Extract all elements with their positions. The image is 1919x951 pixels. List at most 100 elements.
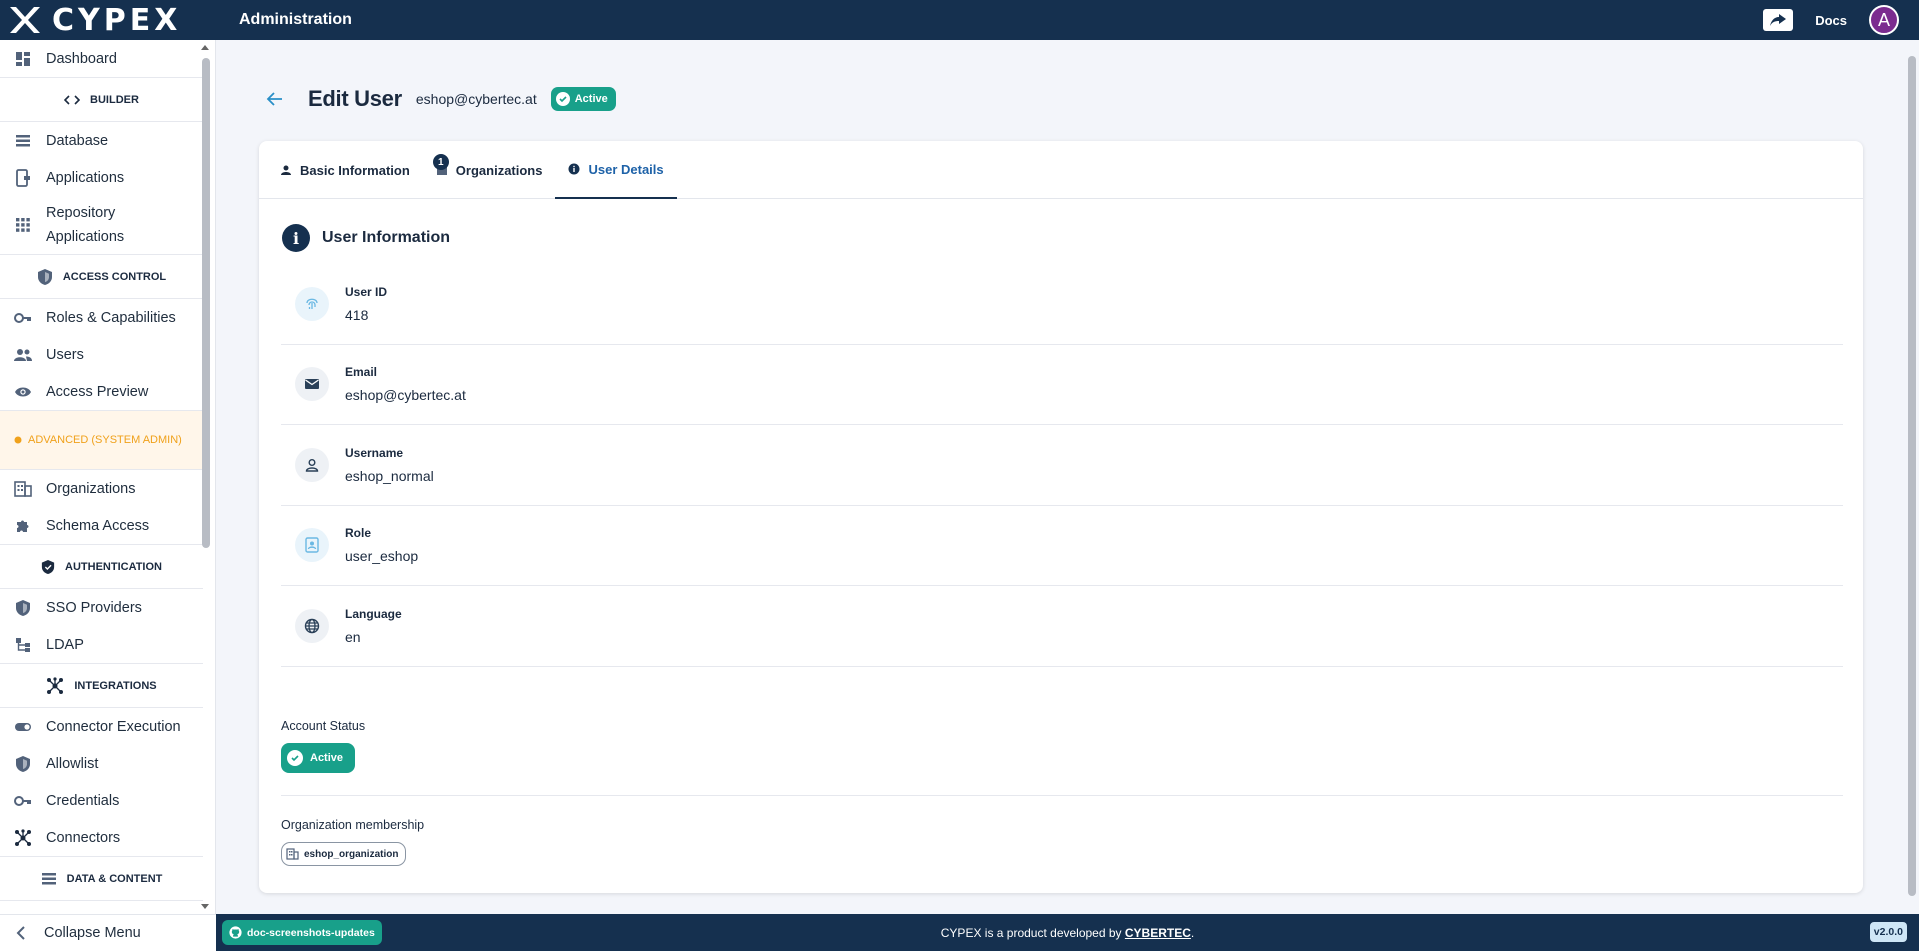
sidebar-item-connectors[interactable]: Connectors <box>0 819 203 856</box>
scroll-down-icon[interactable] <box>201 904 209 909</box>
main-scroll-thumb[interactable] <box>1908 56 1916 896</box>
tab-label: User Details <box>588 161 664 177</box>
section-label: DATA & CONTENT <box>66 872 163 885</box>
sidebar-scrollbar[interactable] <box>201 40 213 914</box>
hub-icon <box>14 828 32 847</box>
field-label: Email <box>345 365 378 380</box>
person-icon <box>295 447 329 482</box>
scroll-up-icon[interactable] <box>201 45 209 50</box>
sidebar-item-label: Dashboard <box>46 50 117 67</box>
grid-icon <box>14 216 32 234</box>
footer: CYPEX is a product developed by CYBERTEC… <box>216 914 1919 951</box>
sidebar-item-organizations[interactable]: Organizations <box>0 470 203 507</box>
share-button[interactable] <box>1763 9 1794 31</box>
sidebar-item-label: Repository Applications <box>46 205 125 245</box>
sidebar-item-dashboard[interactable]: Dashboard <box>0 40 203 77</box>
field-row-username: Username eshop_normal <box>281 425 1843 506</box>
field-label: User ID <box>345 284 388 299</box>
sidebar-item-access-preview[interactable]: Access Preview <box>0 373 203 410</box>
hub-icon <box>46 676 64 695</box>
field-value: eshop_normal <box>345 467 434 484</box>
sidebar-section-integrations: INTEGRATIONS <box>0 663 203 708</box>
sidebar-section-authentication: AUTHENTICATION <box>0 544 203 589</box>
sidebar-item-label: Users <box>46 346 84 363</box>
user-fields: User ID 418 Email eshop@cybertec.at Username… <box>281 264 1843 667</box>
key-icon <box>14 792 32 810</box>
sidebar-item-connector-execution[interactable]: Connector Execution <box>0 708 203 745</box>
sidebar-item-roles-capabilities[interactable]: Roles & Capabilities <box>0 299 203 336</box>
arrow-left-icon <box>266 92 282 106</box>
sidebar-item-label: Connectors <box>46 829 121 846</box>
tab-user-details[interactable]: User Details <box>555 141 677 199</box>
user-avatar[interactable]: A <box>1869 5 1899 35</box>
sidebar-item-schema-access[interactable]: Schema Access <box>0 507 203 544</box>
section-label: AUTHENTICATION <box>65 560 162 573</box>
org-membership-label: Organization membership <box>281 818 425 832</box>
fingerprint-icon <box>295 286 329 321</box>
check-circle-icon <box>555 92 570 106</box>
main-scrollbar[interactable] <box>1905 40 1919 914</box>
branch-chip[interactable]: doc-screenshots-updates <box>222 920 382 945</box>
tab-organizations[interactable]: 1 Organizations <box>423 141 556 199</box>
sidebar-item-ldap[interactable]: LDAP <box>0 626 203 663</box>
sidebar-item-sso-providers[interactable]: SSO Providers <box>0 589 203 626</box>
info-icon: i <box>282 224 310 252</box>
cypex-logo[interactable]: CYPEX <box>0 0 215 40</box>
field-row-language: Language en <box>281 586 1843 667</box>
field-label: Username <box>345 445 404 460</box>
divider <box>281 795 1843 796</box>
tab-bar: Basic Information 1 Organizations User D… <box>259 141 1863 199</box>
github-icon <box>229 926 242 939</box>
person-icon <box>281 165 291 175</box>
org-membership-chip[interactable]: eshop_organization <box>281 842 407 866</box>
sidebar-item-label: SSO Providers <box>46 599 142 616</box>
dashboard-icon <box>14 50 32 68</box>
sidebar-item-users[interactable]: Users <box>0 336 203 373</box>
account-status-value: Active <box>310 752 344 764</box>
section-label: BUILDER <box>90 93 139 106</box>
status-badge: Active <box>550 87 616 111</box>
logo-text: CYPEX <box>52 2 182 38</box>
field-row-role: Role user_eshop <box>281 506 1843 586</box>
cybertec-link[interactable]: CYBERTEC <box>1125 926 1191 940</box>
code-icon <box>64 94 81 106</box>
people-icon <box>14 346 32 364</box>
list-icon <box>41 872 57 886</box>
mail-icon <box>295 367 329 402</box>
sidebar-menu: Dashboard BUILDER Database Applications Repo… <box>0 40 203 901</box>
field-value: en <box>345 628 361 645</box>
sidebar-item-label: Roles & Capabilities <box>46 309 176 326</box>
check-circle-icon <box>287 750 303 766</box>
sidebar-item-label: Organizations <box>46 480 136 497</box>
sidebar-item-label: Schema Access <box>46 517 150 534</box>
shield-icon <box>14 599 32 617</box>
warning-dot-icon <box>14 436 22 444</box>
shield-icon <box>14 755 32 773</box>
toggle-icon <box>14 718 32 736</box>
tab-basic-information[interactable]: Basic Information <box>267 141 423 199</box>
back-button[interactable] <box>266 89 286 109</box>
tab-label: Basic Information <box>300 162 410 178</box>
page-title: Edit User <box>308 86 402 111</box>
field-value: 418 <box>345 306 369 323</box>
collapse-menu-button[interactable]: Collapse Menu <box>0 914 216 951</box>
page-header: Edit User eshop@cybertec.at Active <box>266 84 616 114</box>
sidebar-item-repository-applications[interactable]: Repository Applications <box>0 196 203 254</box>
branch-label: doc-screenshots-updates <box>247 926 375 939</box>
sidebar-item-credentials[interactable]: Credentials <box>0 782 203 819</box>
chevron-left-icon <box>16 926 25 940</box>
sidebar-item-label: Access Preview <box>46 383 149 400</box>
field-value: user_eshop <box>345 548 419 565</box>
sidebar-item-applications[interactable]: Applications <box>0 159 203 196</box>
collapse-menu-label: Collapse Menu <box>44 925 141 941</box>
sidebar-item-database[interactable]: Database <box>0 122 203 159</box>
sidebar-section-builder: BUILDER <box>0 77 203 122</box>
footer-prefix: CYPEX is a product developed by <box>940 925 1125 940</box>
sidebar-item-allowlist[interactable]: Allowlist <box>0 745 203 782</box>
sidebar-scroll-thumb[interactable] <box>202 58 210 548</box>
field-row-email: Email eshop@cybertec.at <box>281 345 1843 425</box>
field-label: Role <box>345 526 372 541</box>
globe-icon <box>295 608 329 643</box>
docs-link[interactable]: Docs <box>1815 13 1847 28</box>
sidebar-section-advanced: ADVANCED (SYSTEM ADMIN) <box>0 410 203 470</box>
